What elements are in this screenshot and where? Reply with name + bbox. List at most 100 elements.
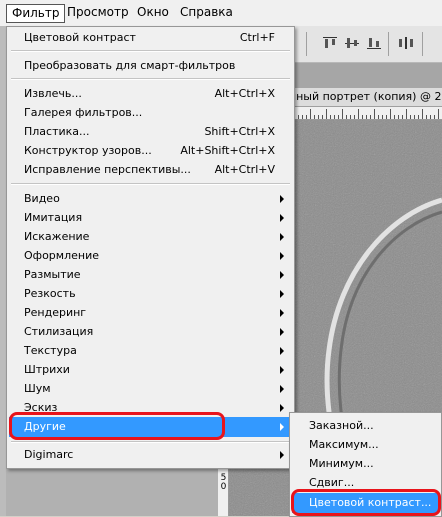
menu-item-filter-gallery[interactable]: Галерея фильтров... xyxy=(9,104,292,122)
submenu-arrow-icon xyxy=(280,366,284,374)
ruler-tick xyxy=(390,109,391,119)
ruler-tick xyxy=(394,115,395,119)
menu-item-label: Резкость xyxy=(24,287,76,300)
ruler-tick xyxy=(338,115,339,119)
menu-item-label: Шум xyxy=(24,382,51,395)
align-top-icon[interactable] xyxy=(322,36,338,50)
menu-item-shortcut: Alt+Shift+Ctrl+X xyxy=(180,144,275,157)
menu-item-stylize[interactable]: Стилизация xyxy=(9,323,292,341)
ruler-tick xyxy=(382,115,383,119)
toolbar-separator xyxy=(388,32,389,56)
align-vcenter-icon[interactable] xyxy=(344,36,360,50)
menu-item-artistic[interactable]: Имитация xyxy=(9,209,292,227)
menu-item-texture[interactable]: Текстура xyxy=(9,342,292,360)
submenu-item-label: Максимум... xyxy=(309,438,379,451)
submenu-arrow-icon xyxy=(280,328,284,336)
menubar: Фильтр Просмотр Окно Справка xyxy=(0,0,442,27)
menu-item-label: Размытие xyxy=(24,268,81,281)
menu-item-vanishing-point[interactable]: Исправление перспективы... Alt+Ctrl+V xyxy=(9,161,292,179)
ruler-tick xyxy=(422,109,423,119)
submenu-item-maximum[interactable]: Максимум... xyxy=(292,435,439,454)
menu-item-label: Пластика... xyxy=(24,125,90,138)
ruler-tick xyxy=(350,115,351,119)
ruler-tick xyxy=(322,115,323,119)
menu-window[interactable]: Окно xyxy=(131,4,175,21)
menu-item-liquify[interactable]: Пластика... Shift+Ctrl+X xyxy=(9,123,292,141)
ruler-tick xyxy=(334,115,335,119)
annotation-ring-other xyxy=(9,412,225,440)
ruler-tick xyxy=(374,109,375,119)
submenu-arrow-icon xyxy=(280,385,284,393)
ruler-horizontal xyxy=(294,107,442,120)
submenu-arrow-icon xyxy=(280,347,284,355)
menu-item-label: Текстура xyxy=(24,344,77,357)
ruler-tick xyxy=(362,115,363,119)
ruler-tick xyxy=(342,109,343,119)
ruler-tick xyxy=(302,115,303,119)
menu-item-distort[interactable]: Искажение xyxy=(9,228,292,246)
menu-item-pattern-maker[interactable]: Конструктор узоров... Alt+Shift+Ctrl+X xyxy=(9,142,292,160)
ruler-tick xyxy=(398,115,399,119)
submenu-arrow-icon xyxy=(280,195,284,203)
menu-view[interactable]: Просмотр xyxy=(61,4,135,21)
menu-item-label: Исправление перспективы... xyxy=(24,163,191,176)
menu-separator xyxy=(11,78,290,80)
submenu-arrow-icon xyxy=(280,423,284,431)
menu-item-video[interactable]: Видео xyxy=(9,190,292,208)
filter-menu: Цветовой контраст Ctrl+F Преобразовать д… xyxy=(6,26,295,469)
menu-item-label: Видео xyxy=(24,192,60,205)
distribute-icon[interactable] xyxy=(398,36,414,50)
menu-item-last-filter[interactable]: Цветовой контраст Ctrl+F xyxy=(9,29,292,47)
menu-item-blur[interactable]: Размытие xyxy=(9,266,292,284)
submenu-item-minimum[interactable]: Минимум... xyxy=(292,454,439,473)
ruler-tick xyxy=(326,109,327,119)
menu-item-pixelate[interactable]: Оформление xyxy=(9,247,292,265)
submenu-item-label: Заказной... xyxy=(309,419,374,432)
menu-item-label: Штрихи xyxy=(24,363,70,376)
submenu-arrow-icon xyxy=(280,404,284,412)
menu-item-smart-filters[interactable]: Преобразовать для смарт-фильтров xyxy=(9,57,292,75)
menu-item-sharpen[interactable]: Резкость xyxy=(9,285,292,303)
menu-item-label: Галерея фильтров... xyxy=(24,106,143,119)
menu-item-noise[interactable]: Шум xyxy=(9,380,292,398)
menu-item-render[interactable]: Рендеринг xyxy=(9,304,292,322)
menu-item-shortcut: Ctrl+F xyxy=(239,31,275,44)
menu-separator xyxy=(11,183,290,185)
menu-item-label: Конструктор узоров... xyxy=(24,144,152,157)
ruler-label: 5 0 xyxy=(220,473,227,492)
submenu-arrow-icon xyxy=(280,451,284,459)
ruler-tick xyxy=(354,115,355,119)
ruler-tick xyxy=(438,109,439,119)
menu-item-digimarc[interactable]: Digimarc xyxy=(9,446,292,464)
ruler-tick xyxy=(386,115,387,119)
menu-item-label: Digimarc xyxy=(24,448,74,461)
ruler-tick xyxy=(306,115,307,119)
ruler-tick xyxy=(402,115,403,119)
document-title: шный портрет (копия) @ 25 xyxy=(294,90,442,103)
submenu-arrow-icon xyxy=(280,309,284,317)
ruler-tick xyxy=(346,115,347,119)
ruler-tick xyxy=(358,109,359,119)
annotation-ring-high-pass xyxy=(291,489,441,516)
menu-help[interactable]: Справка xyxy=(174,4,239,21)
ruler-tick xyxy=(370,115,371,119)
align-bottom-icon[interactable] xyxy=(366,36,382,50)
submenu-arrow-icon xyxy=(280,290,284,298)
menu-filter[interactable]: Фильтр xyxy=(6,4,66,23)
document-title-bar: шный портрет (копия) @ 25 xyxy=(294,88,442,107)
submenu-item-label: Минимум... xyxy=(309,457,374,470)
submenu-item-custom[interactable]: Заказной... xyxy=(292,416,439,435)
menu-item-label: Преобразовать для смарт-фильтров xyxy=(24,59,236,72)
ruler-tick xyxy=(426,115,427,119)
ruler-tick xyxy=(366,115,367,119)
menu-item-shortcut: Shift+Ctrl+X xyxy=(204,125,275,138)
menu-item-extract[interactable]: Извлечь... Alt+Ctrl+X xyxy=(9,85,292,103)
menu-item-brush-strokes[interactable]: Штрихи xyxy=(9,361,292,379)
menu-item-shortcut: Alt+Ctrl+X xyxy=(214,87,275,100)
ruler-tick xyxy=(410,115,411,119)
submenu-arrow-icon xyxy=(280,214,284,222)
ruler-tick xyxy=(318,115,319,119)
ruler-tick xyxy=(314,115,315,119)
menu-item-label: Извлечь... xyxy=(24,87,82,100)
menu-item-label: Рендеринг xyxy=(24,306,87,319)
